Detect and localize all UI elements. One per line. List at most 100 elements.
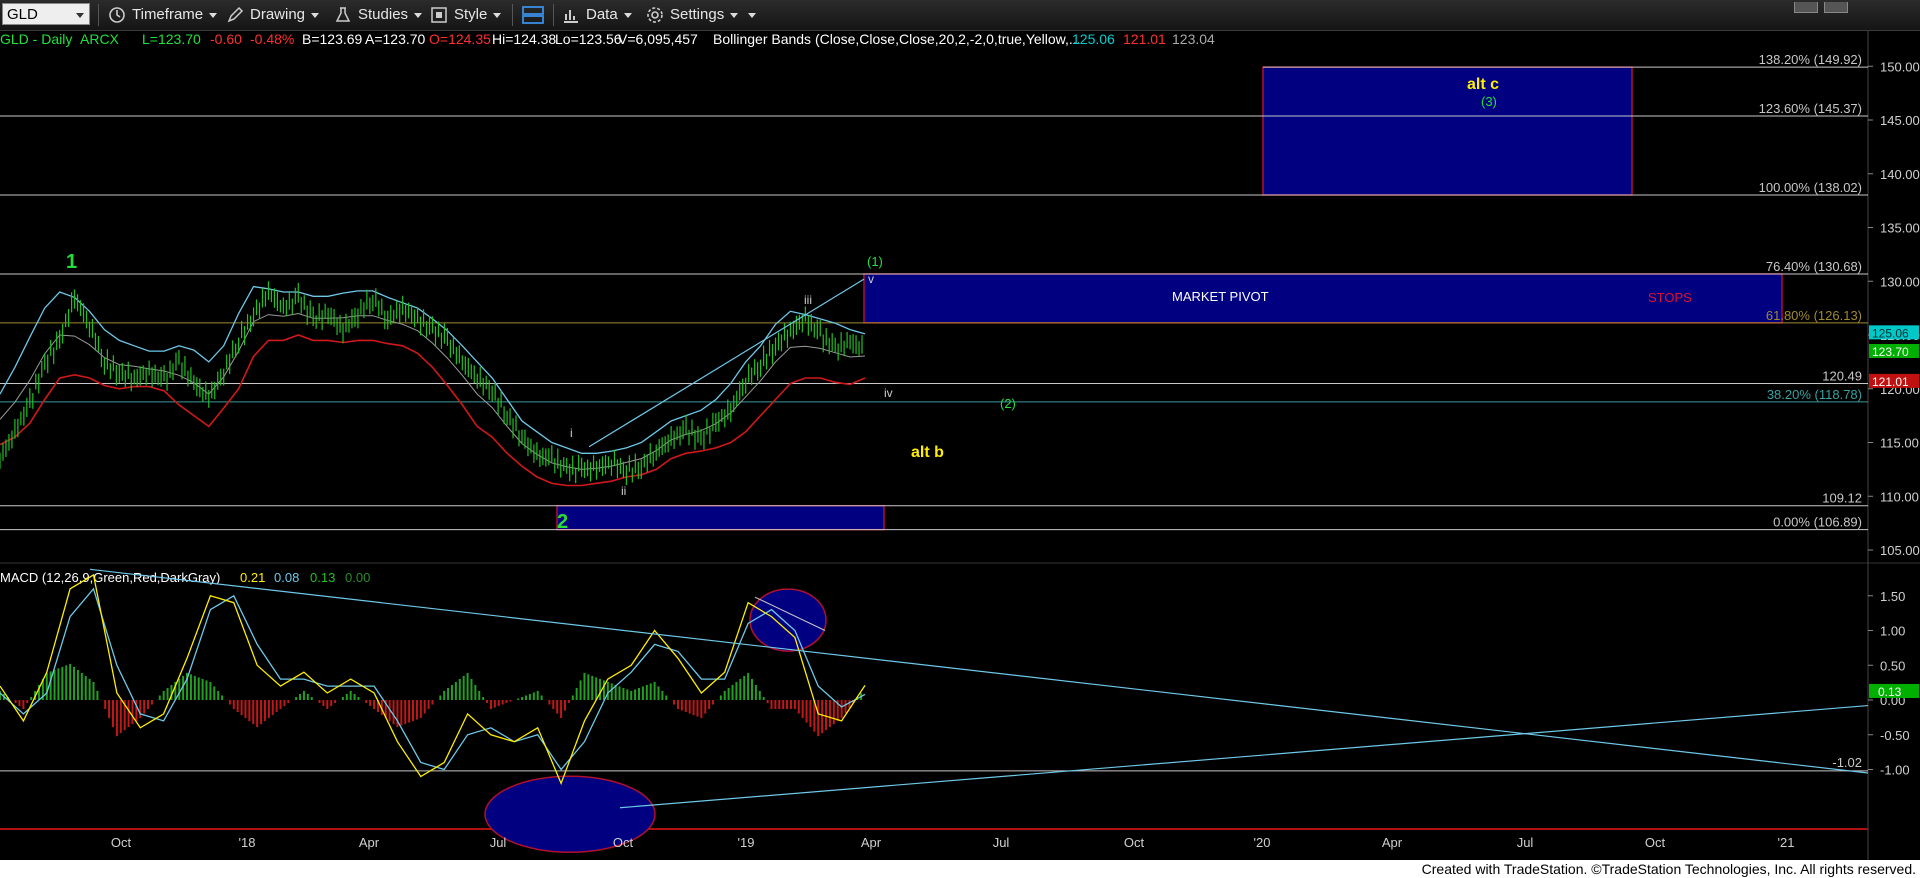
toolbar-divider — [553, 4, 554, 26]
level-label: 38.20% (118.78) — [1767, 387, 1862, 402]
clock-icon — [109, 7, 125, 23]
header-field: 125.06 — [1072, 31, 1115, 47]
x-tick-label: Oct — [1124, 835, 1145, 850]
header-field: ARCX — [80, 31, 120, 47]
macd-line — [0, 573, 866, 786]
style-label: Style — [454, 6, 488, 23]
y-tick-label: 140.00 — [1880, 167, 1920, 182]
chart-area[interactable]: GLD - Daily ARCX L=123.70 -0.60 -0.48% B=123.… — [0, 30, 1920, 860]
header-field: A=123.70 — [365, 31, 426, 47]
wave-label: v — [868, 272, 874, 286]
macd-header-field: 0.13 — [310, 570, 335, 585]
header-field: Bollinger Bands (Close,Close,Close,20,2,… — [713, 31, 1081, 47]
macd-peak-ellipse — [749, 588, 827, 652]
pen-icon — [227, 6, 244, 23]
header-field: 121.01 — [1123, 31, 1166, 47]
y-tick-label: -0.50 — [1880, 728, 1910, 743]
drawing-menu[interactable]: Drawing — [226, 4, 320, 26]
macd-trend-line — [89, 568, 1869, 774]
header-field: -0.48% — [250, 31, 294, 47]
header-field: 123.04 — [1172, 31, 1215, 47]
timeframe-label: Timeframe — [132, 6, 204, 23]
layout-button[interactable] — [522, 4, 550, 26]
level-label: 109.12 — [1822, 491, 1862, 506]
wave-label: 1 — [66, 251, 77, 273]
x-tick-label: Apr — [861, 835, 882, 850]
chevron-down-icon[interactable] — [76, 13, 84, 18]
header-field: L=123.70 — [142, 31, 201, 47]
macd-header-field: 0.08 — [274, 570, 299, 585]
chevron-down-icon — [748, 12, 757, 18]
y-tick-label: 150.00 — [1880, 59, 1920, 74]
y-tick-label: 105.00 — [1880, 543, 1920, 558]
header-field: Hi=124.38 — [492, 31, 556, 47]
market-pivot-label: MARKET PIVOT — [1172, 289, 1269, 304]
layout-icon — [522, 6, 544, 24]
x-tick-label: '20 — [1254, 835, 1271, 850]
price-tag-label: 123.70 — [1872, 345, 1909, 359]
bb-mid-line — [0, 312, 866, 470]
wave-label: (2) — [1000, 396, 1016, 411]
restore-button[interactable] — [1794, 2, 1818, 13]
header-field: B=123.69 — [302, 31, 363, 47]
timeframe-menu[interactable]: Timeframe — [108, 4, 218, 26]
y-tick-label: 115.00 — [1880, 436, 1919, 451]
wave-label: i — [570, 426, 573, 440]
level-label: 100.00% (138.02) — [1759, 180, 1862, 195]
symbol-value: GLD — [7, 6, 38, 23]
gear-icon — [647, 7, 663, 23]
price-tag-label: 125.06 — [1872, 326, 1909, 340]
flask-icon — [335, 7, 351, 22]
x-tick-label: Jul — [993, 835, 1010, 850]
y-tick-label: 130.00 — [1880, 274, 1920, 289]
bar-chart-icon — [564, 10, 578, 24]
wave-label: alt c — [1467, 76, 1499, 93]
trend-line — [588, 278, 865, 448]
level-label: 123.60% (145.37) — [1759, 101, 1862, 116]
studies-menu[interactable]: Studies — [334, 4, 423, 26]
wave-label: 2 — [557, 511, 568, 533]
symbol-input[interactable]: GLD — [2, 3, 90, 25]
macd-header-field: 0.00 — [345, 570, 370, 585]
chevron-down-icon — [311, 12, 320, 18]
level-label: 76.40% (130.68) — [1766, 259, 1862, 274]
y-tick-label: 110.00 — [1880, 489, 1919, 504]
chevron-down-icon — [493, 12, 502, 18]
x-tick-label: Jul — [1517, 835, 1534, 850]
settings-label: Settings — [670, 6, 725, 23]
footer: Created with TradeStation. ©TradeStation… — [0, 860, 1920, 878]
price-tag-label: 121.01 — [1872, 375, 1909, 389]
x-tick-label: Oct — [111, 835, 132, 850]
level-label: 0.00% (106.89) — [1773, 515, 1862, 530]
x-tick-label: Oct — [1645, 835, 1666, 850]
stops-label: STOPS — [1648, 290, 1692, 305]
drawing-label: Drawing — [250, 6, 306, 23]
bb-upper-line — [0, 285, 866, 454]
data-menu[interactable]: Data — [562, 4, 632, 26]
close-button[interactable] — [1824, 2, 1848, 13]
market-pivot-box — [863, 273, 1783, 324]
y-tick-label: -1.00 — [1880, 763, 1910, 778]
y-tick-label: 145.00 — [1880, 113, 1920, 128]
x-tick-label: Jul — [490, 835, 507, 850]
macd-header-field: 0.21 — [240, 570, 265, 585]
level-label: 61.80% (126.13) — [1766, 308, 1862, 323]
chevron-down-icon — [209, 12, 218, 18]
studies-label: Studies — [358, 6, 409, 23]
style-menu[interactable]: Style — [430, 4, 502, 26]
macd-tag-label: 0.13 — [1878, 685, 1902, 699]
macd-level-label: -1.02 — [1832, 755, 1862, 770]
wave-label: (3) — [1481, 94, 1497, 109]
x-tick-label: Apr — [1382, 835, 1403, 850]
x-tick-label: Apr — [359, 835, 380, 850]
macd-signal-line — [0, 587, 866, 771]
level-label: 120.49 — [1822, 368, 1862, 383]
settings-menu[interactable]: Settings — [646, 4, 757, 26]
toolbar-divider — [98, 4, 99, 26]
chevron-down-icon — [414, 12, 423, 18]
wave-label: (1) — [867, 254, 883, 269]
x-tick-label: Oct — [613, 835, 634, 850]
wave-2-support-box — [556, 504, 885, 531]
wave-label: alt b — [911, 444, 944, 461]
y-tick-label: 1.50 — [1880, 589, 1905, 604]
